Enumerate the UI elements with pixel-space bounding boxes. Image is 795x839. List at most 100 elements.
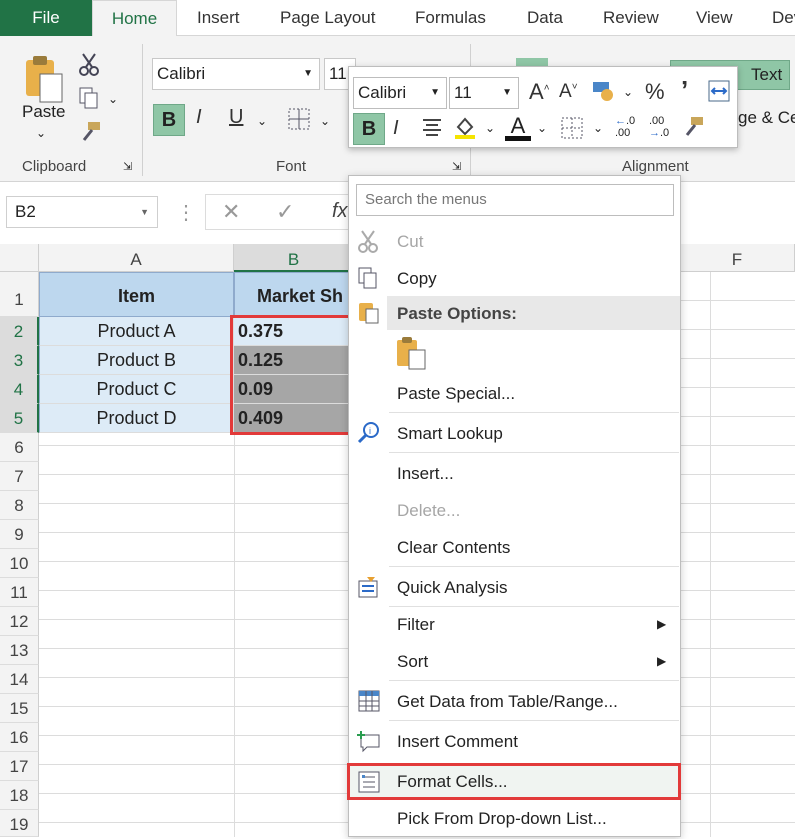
menu-item-smart-lookup[interactable]: Smart Lookup	[397, 424, 503, 444]
row-header[interactable]: 1	[0, 272, 39, 317]
comma-style-button[interactable]: ’	[681, 75, 688, 106]
format-painter-icon[interactable]	[78, 120, 102, 144]
name-box[interactable]: B2 ▼	[6, 196, 158, 228]
more-icon[interactable]: ⋮	[176, 200, 196, 225]
row-header[interactable]: 7	[0, 462, 39, 491]
menu-item-clear-contents[interactable]: Clear Contents	[397, 538, 510, 558]
row-header[interactable]: 8	[0, 491, 39, 520]
merge-center-button[interactable]: ge & Ce	[738, 108, 795, 128]
wrap-merge-icon[interactable]	[707, 79, 731, 103]
table-cell-item[interactable]: Product C	[39, 375, 234, 404]
row-header[interactable]: 5	[0, 404, 39, 433]
menu-item-sort[interactable]: Sort	[397, 652, 428, 672]
tab-home[interactable]: Home	[92, 0, 177, 37]
menu-item-cut[interactable]: Cut	[397, 232, 423, 252]
paste-option-keep-source-icon[interactable]	[395, 336, 427, 370]
increase-font-icon[interactable]: A˄	[529, 79, 550, 105]
fill-color-dropdown-icon[interactable]: ⌄	[485, 121, 495, 135]
column-header-a[interactable]: A	[39, 244, 234, 272]
row-header[interactable]: 15	[0, 694, 39, 723]
cut-icon[interactable]	[78, 52, 100, 76]
tab-formulas[interactable]: Formulas	[415, 0, 486, 36]
underline-dropdown-icon[interactable]: ⌄	[257, 114, 267, 128]
borders-icon[interactable]	[288, 108, 310, 130]
submenu-arrow-icon: ▶	[657, 654, 667, 668]
menu-separator	[389, 680, 679, 681]
borders-dropdown-icon[interactable]: ⌄	[320, 114, 330, 128]
table-header-item[interactable]: Item	[39, 272, 234, 317]
cancel-icon[interactable]: ✕	[222, 199, 240, 225]
row-header[interactable]: 10	[0, 549, 39, 578]
italic-button[interactable]: I	[196, 106, 202, 129]
search-menus-input[interactable]: Search the menus	[356, 184, 674, 216]
row-header[interactable]: 14	[0, 665, 39, 694]
font-color-icon[interactable]: A	[505, 113, 531, 141]
row-header[interactable]: 12	[0, 607, 39, 636]
menu-item-filter[interactable]: Filter	[397, 615, 435, 635]
mini-format-painter-icon[interactable]	[681, 115, 705, 139]
row-header[interactable]: 3	[0, 346, 39, 375]
copy-dropdown-icon[interactable]: ⌄	[108, 92, 118, 106]
font-color-dropdown-icon[interactable]: ⌄	[537, 121, 547, 135]
menu-item-insert[interactable]: Insert...	[397, 464, 454, 484]
tab-page-layout[interactable]: Page Layout	[280, 0, 375, 36]
mini-font-size-box[interactable]: 11 ▼	[449, 77, 519, 109]
menu-item-copy[interactable]: Copy	[397, 269, 437, 289]
paste-dropdown-icon[interactable]: ⌄	[36, 126, 46, 140]
menu-item-paste-special[interactable]: Paste Special...	[397, 384, 515, 404]
enter-icon[interactable]: ✓	[276, 199, 294, 225]
tab-data[interactable]: Data	[527, 0, 563, 36]
insert-function-icon[interactable]: fx	[332, 200, 348, 223]
select-all-corner[interactable]	[0, 244, 39, 272]
row-header[interactable]: 6	[0, 433, 39, 462]
row-header[interactable]: 4	[0, 375, 39, 404]
decrease-font-icon[interactable]: A˅	[559, 81, 578, 103]
tab-insert[interactable]: Insert	[197, 0, 240, 36]
font-group-label: Font	[276, 158, 307, 175]
menu-item-pick-list[interactable]: Pick From Drop-down List...	[397, 809, 607, 829]
menu-item-insert-comment[interactable]: Insert Comment	[397, 732, 518, 752]
column-header-b[interactable]: B	[234, 244, 354, 272]
bold-button[interactable]: B	[153, 104, 185, 136]
row-header[interactable]: 9	[0, 520, 39, 549]
row-header[interactable]: 13	[0, 636, 39, 665]
font-name-box[interactable]: Calibri ▼	[152, 58, 320, 90]
context-menu: Search the menus Cut Copy Paste Options:…	[347, 175, 681, 837]
accounting-dropdown-icon[interactable]: ⌄	[623, 85, 633, 99]
mini-borders-icon[interactable]	[561, 117, 583, 139]
table-header-market-share[interactable]: Market Sh	[234, 272, 354, 317]
percent-style-button[interactable]: %	[645, 79, 665, 105]
column-header-f[interactable]: F	[680, 244, 795, 272]
table-cell-item[interactable]: Product D	[39, 404, 234, 433]
mini-italic-button[interactable]: I	[393, 117, 399, 140]
tab-review[interactable]: Review	[603, 0, 659, 36]
paste-icon[interactable]	[22, 54, 66, 106]
tab-file[interactable]: File	[0, 0, 92, 36]
row-header[interactable]: 19	[0, 810, 39, 837]
row-header[interactable]: 11	[0, 578, 39, 607]
mini-borders-dropdown-icon[interactable]: ⌄	[593, 121, 603, 135]
row-header[interactable]: 18	[0, 781, 39, 810]
fill-color-icon[interactable]	[453, 115, 477, 139]
underline-button[interactable]: U	[229, 106, 243, 129]
menu-item-delete[interactable]: Delete...	[397, 501, 460, 521]
tab-developer[interactable]: Dev	[772, 0, 795, 36]
clipboard-launcher-icon[interactable]: ⇲	[123, 160, 132, 173]
table-cell-item[interactable]: Product A	[39, 317, 234, 346]
menu-item-get-data[interactable]: Get Data from Table/Range...	[397, 692, 618, 712]
copy-icon[interactable]	[78, 86, 100, 110]
mini-bold-button[interactable]: B	[353, 113, 385, 145]
mini-font-name-box[interactable]: Calibri ▼	[353, 77, 447, 109]
accounting-format-icon[interactable]	[591, 79, 615, 103]
font-launcher-icon[interactable]: ⇲	[452, 160, 461, 173]
row-header[interactable]: 16	[0, 723, 39, 752]
decrease-decimal-icon[interactable]: .00 →.0	[649, 115, 677, 143]
menu-item-quick-analysis[interactable]: Quick Analysis	[397, 578, 508, 598]
increase-decimal-icon[interactable]: ←.0.00	[615, 115, 643, 143]
table-cell-item[interactable]: Product B	[39, 346, 234, 375]
row-header[interactable]: 2	[0, 317, 39, 346]
row-header[interactable]: 17	[0, 752, 39, 781]
align-center-icon[interactable]	[421, 117, 443, 139]
tab-view[interactable]: View	[696, 0, 733, 36]
paste-label[interactable]: Paste	[22, 102, 65, 122]
